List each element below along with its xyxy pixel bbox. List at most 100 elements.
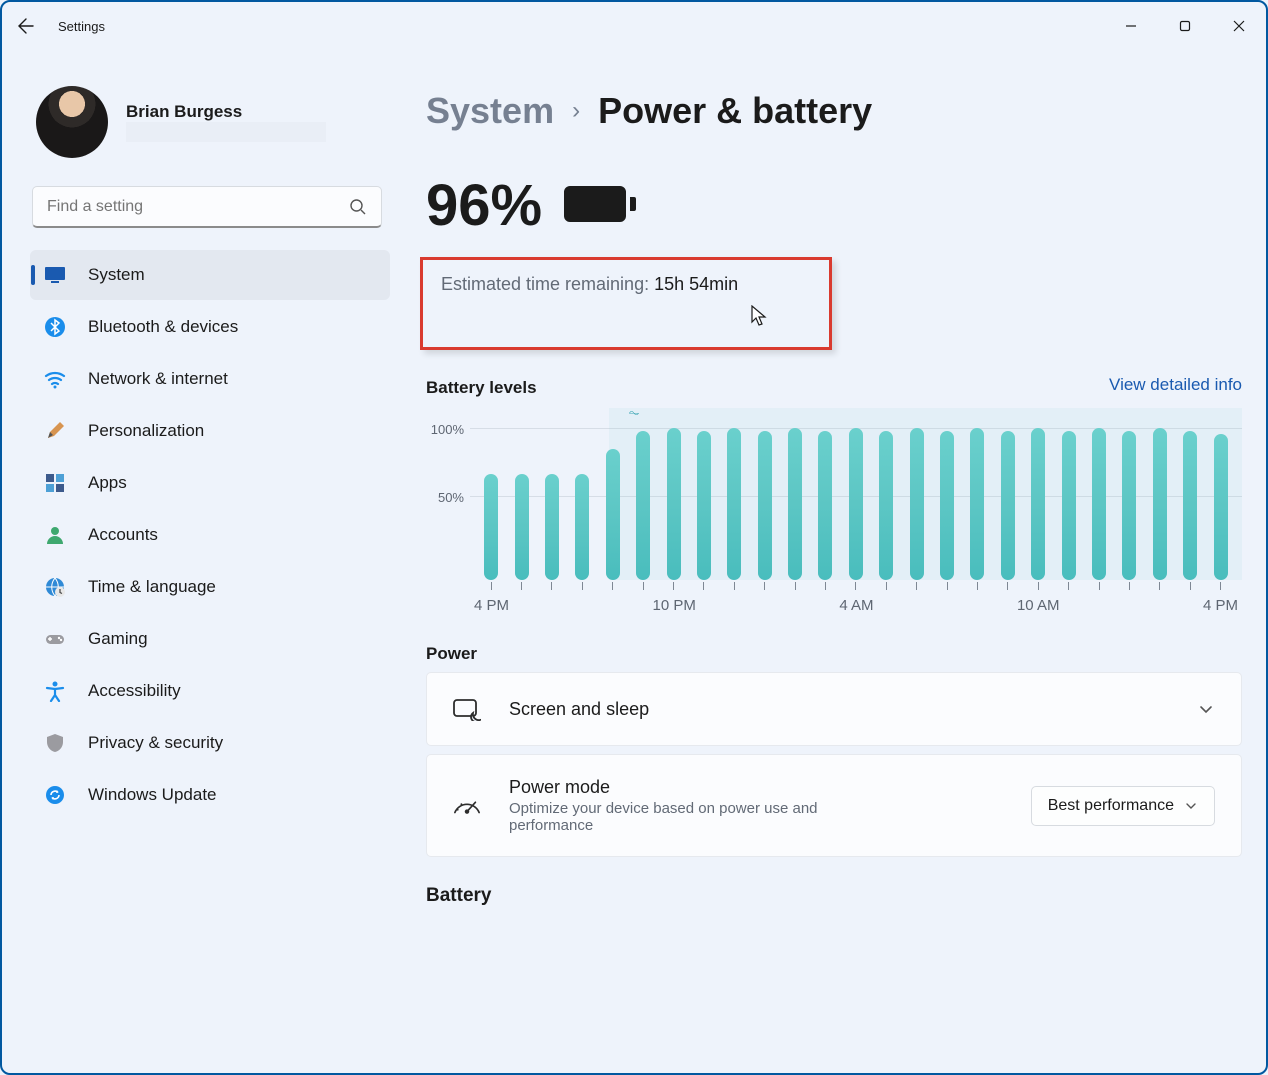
chart-bar: [788, 428, 802, 580]
battery-summary: 96%: [426, 172, 1242, 239]
card-title: Power mode: [509, 777, 1003, 798]
sidebar-item-personalization[interactable]: Personalization: [30, 406, 390, 456]
sidebar-item-bluetooth-devices[interactable]: Bluetooth & devices: [30, 302, 390, 352]
close-button[interactable]: [1212, 8, 1266, 44]
globe-icon: [44, 576, 66, 598]
chevron-down-icon: [1184, 799, 1198, 813]
power-mode-select[interactable]: Best performance: [1031, 786, 1215, 826]
accessibility-icon: [44, 680, 66, 702]
search-field[interactable]: [47, 198, 349, 216]
chart-tick: [1001, 582, 1015, 590]
chart-bar: [1092, 428, 1106, 580]
user-name: Brian Burgess: [126, 102, 326, 122]
chart-bar: [515, 474, 529, 580]
sidebar-item-label: Bluetooth & devices: [88, 317, 238, 337]
chart-bar: [1031, 428, 1045, 580]
main-content: System › Power & battery 96% Estimated t…: [400, 50, 1266, 1073]
chart-bar: [879, 431, 893, 580]
sidebar-item-accounts[interactable]: Accounts: [30, 510, 390, 560]
minimize-button[interactable]: [1104, 8, 1158, 44]
window-controls: [1104, 8, 1266, 44]
chart-tick: [1031, 582, 1045, 590]
sidebar-item-label: Windows Update: [88, 785, 217, 805]
chart-bar: [636, 431, 650, 580]
chart-bar: [575, 474, 589, 580]
x-label: 4 AM: [839, 597, 873, 614]
brush-icon: [44, 420, 66, 442]
battery-chart: 100% 50% ⏦ 4 PM10 PM4 AM10 AM4 PM: [426, 408, 1242, 618]
y-label-50: 50%: [438, 490, 464, 505]
back-icon[interactable]: [18, 18, 34, 34]
search-icon: [349, 198, 367, 216]
chart-bar: [667, 428, 681, 580]
app-title: Settings: [58, 19, 105, 34]
sidebar-item-label: Accounts: [88, 525, 158, 545]
sidebar-item-label: Gaming: [88, 629, 148, 649]
chart-tick: [1122, 582, 1136, 590]
chart-bar: [545, 474, 559, 580]
sidebar-item-accessibility[interactable]: Accessibility: [30, 666, 390, 716]
sidebar-item-system[interactable]: System: [30, 250, 390, 300]
estimate-highlight: Estimated time remaining: 15h 54min: [420, 257, 832, 350]
chart-bar: [910, 428, 924, 580]
chart-tick: [636, 582, 650, 590]
sidebar-item-label: Network & internet: [88, 369, 228, 389]
chart-tick: [970, 582, 984, 590]
sidebar-item-time-language[interactable]: Time & language: [30, 562, 390, 612]
sidebar-item-label: Personalization: [88, 421, 204, 441]
power-mode-card[interactable]: Power mode Optimize your device based on…: [426, 754, 1242, 857]
chart-tick: [1062, 582, 1076, 590]
estimate-label: Estimated time remaining:: [441, 274, 654, 294]
chart-bar: [849, 428, 863, 580]
chart-bar: [758, 431, 772, 580]
user-info[interactable]: Brian Burgess: [36, 86, 390, 158]
chart-tick: [606, 582, 620, 590]
estimate-value: 15h 54min: [654, 274, 738, 294]
sidebar-item-gaming[interactable]: Gaming: [30, 614, 390, 664]
x-label: 4 PM: [474, 597, 509, 614]
chart-bar: [940, 431, 954, 580]
battery-icon: [564, 186, 636, 226]
chart-tick: [788, 582, 802, 590]
chart-tick: [849, 582, 863, 590]
sidebar-item-privacy-security[interactable]: Privacy & security: [30, 718, 390, 768]
sidebar-item-label: Privacy & security: [88, 733, 223, 753]
battery-percent: 96%: [426, 172, 542, 239]
chart-tick: [1092, 582, 1106, 590]
chart-tick: [575, 582, 589, 590]
chart-bar: [1183, 431, 1197, 580]
chart-tick: [545, 582, 559, 590]
chart-tick: [910, 582, 924, 590]
chart-tick: [818, 582, 832, 590]
chart-bar: [484, 474, 498, 580]
chart-bar: [1062, 431, 1076, 580]
card-title: Screen and sleep: [509, 699, 1169, 720]
avatar: [36, 86, 108, 158]
x-label: 10 PM: [652, 597, 695, 614]
chart-bar: [1214, 434, 1228, 580]
x-label: 4 PM: [1203, 597, 1238, 614]
shield-icon: [44, 732, 66, 754]
chart-tick: [940, 582, 954, 590]
x-label: 10 AM: [1017, 597, 1060, 614]
sidebar-item-label: Time & language: [88, 577, 216, 597]
sidebar-item-apps[interactable]: Apps: [30, 458, 390, 508]
screen-sleep-card[interactable]: Screen and sleep: [426, 672, 1242, 746]
power-group-title: Power: [426, 644, 1242, 664]
titlebar: Settings: [2, 2, 1266, 50]
levels-title: Battery levels: [426, 378, 537, 398]
chart-tick: [1153, 582, 1167, 590]
maximize-button[interactable]: [1158, 8, 1212, 44]
battery-group-title: Battery: [426, 885, 1242, 907]
y-label-100: 100%: [431, 422, 464, 437]
chart-bar: [818, 431, 832, 580]
breadcrumb-parent[interactable]: System: [426, 90, 554, 132]
sidebar: Brian Burgess System Bluetooth & devices N…: [2, 50, 400, 1073]
chart-tick: [667, 582, 681, 590]
chart-tick: [1183, 582, 1197, 590]
sidebar-item-windows-update[interactable]: Windows Update: [30, 770, 390, 820]
sidebar-item-network-internet[interactable]: Network & internet: [30, 354, 390, 404]
search-input[interactable]: [32, 186, 382, 228]
view-detailed-link[interactable]: View detailed info: [1109, 375, 1242, 395]
breadcrumb: System › Power & battery: [426, 90, 1242, 132]
